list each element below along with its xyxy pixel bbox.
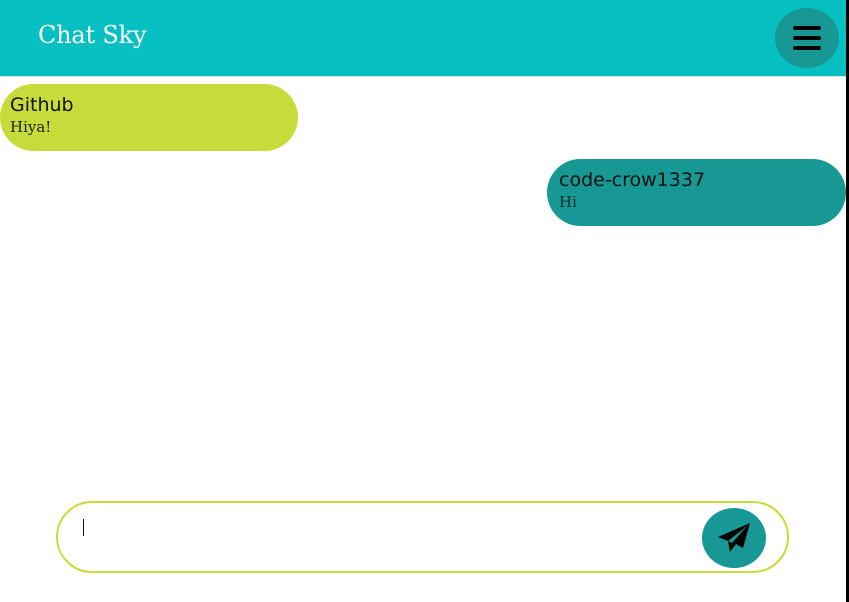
message-sender: code-crow1337	[559, 169, 706, 191]
app-header: Chat Sky	[0, 0, 846, 76]
message-text: Hi	[559, 193, 577, 211]
message-composer	[56, 501, 789, 573]
message-text: Hiya!	[10, 118, 52, 136]
message-bubble-outgoing: code-crow1337 Hi	[547, 159, 846, 226]
send-button[interactable]	[702, 508, 766, 568]
message-input[interactable]	[80, 517, 680, 557]
menu-button[interactable]	[775, 8, 839, 68]
paper-plane-icon	[718, 523, 750, 552]
app-title: Chat Sky	[38, 21, 147, 49]
message-bubble-incoming: Github Hiya!	[0, 84, 298, 151]
text-caret	[83, 519, 84, 536]
chat-app: Chat Sky Github Hiya! code-crow1337 Hi	[0, 0, 849, 602]
hamburger-menu-icon	[793, 26, 821, 50]
message-sender: Github	[10, 94, 74, 116]
message-list: Github Hiya! code-crow1337 Hi	[0, 76, 846, 496]
